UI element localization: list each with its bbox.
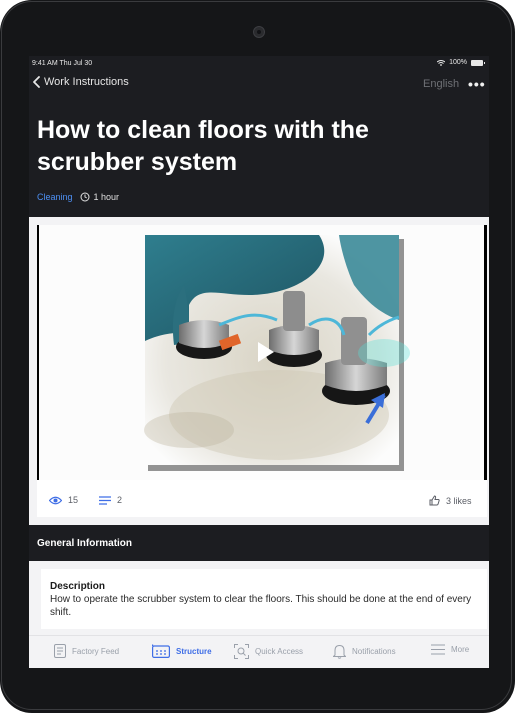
description-label: Description [50, 581, 106, 592]
tab-structure[interactable]: Structure [152, 644, 212, 658]
tab-label: Structure [176, 646, 212, 656]
tab-bar: Factory Feed Structure Quick Access Noti… [29, 635, 489, 668]
instruction-meta: Cleaning 1 hour [37, 192, 119, 202]
feed-icon [54, 644, 66, 658]
status-time: 9:41 AM Thu Jul 30 [32, 60, 93, 67]
video-stats: 15 2 3 likes [37, 480, 487, 517]
general-info-header: General Information [29, 525, 489, 561]
steps-stat: 2 [99, 495, 122, 505]
page-title: How to clean floors with the scrubber sy… [37, 116, 369, 176]
description-card: Description How to operate the scrubber … [41, 569, 487, 629]
front-camera [253, 26, 265, 38]
duration-label: 1 hour [93, 192, 120, 202]
content-area: 15 2 3 likes General Information Descrip… [29, 217, 489, 668]
tab-factory-feed[interactable]: Factory Feed [54, 644, 119, 658]
list-icon [99, 495, 111, 505]
tablet-device: 9:41 AM Thu Jul 30 100% Work Instruction… [0, 0, 515, 713]
likes-stat[interactable]: 3 likes [429, 495, 472, 506]
screen: 9:41 AM Thu Jul 30 100% Work Instruction… [29, 56, 489, 668]
status-right: 100% [437, 59, 485, 66]
bell-icon [333, 644, 346, 659]
duration: 1 hour [80, 192, 120, 202]
language-selector[interactable]: English [423, 78, 459, 90]
clock-icon [80, 192, 90, 202]
tab-notifications[interactable]: Notifications [333, 644, 396, 659]
chevron-left-icon [33, 76, 40, 88]
status-bar: 9:41 AM Thu Jul 30 100% [29, 56, 489, 72]
structure-icon [152, 644, 170, 658]
menu-icon [431, 644, 445, 655]
tab-label: Notifications [352, 647, 396, 656]
tab-label: Factory Feed [72, 646, 120, 656]
nav-bar: Work Instructions English ••• [29, 72, 489, 96]
category-tag[interactable]: Cleaning [37, 192, 73, 202]
steps-count: 2 [117, 495, 123, 505]
battery-percent: 100% [449, 59, 467, 66]
video-card: 15 2 3 likes [37, 225, 487, 517]
thumbs-up-icon [429, 495, 440, 506]
back-label: Work Instructions [44, 76, 129, 88]
tab-more[interactable]: More [431, 644, 469, 655]
tab-label: Quick Access [255, 647, 304, 656]
back-button[interactable]: Work Instructions [33, 76, 129, 88]
tab-quick-access[interactable]: Quick Access [234, 644, 303, 659]
play-icon[interactable] [256, 340, 276, 364]
wifi-icon [437, 59, 446, 66]
eye-icon [49, 496, 62, 504]
views-count: 15 [68, 495, 79, 505]
views-stat: 15 [49, 495, 78, 505]
likes-count: 3 likes [446, 495, 472, 506]
general-info-title: General Information [37, 538, 133, 549]
description-text: How to operate the scrubber system to cl… [50, 594, 472, 618]
battery-icon [471, 59, 485, 66]
video-player[interactable] [37, 225, 487, 480]
more-options-icon[interactable]: ••• [468, 76, 486, 92]
scan-icon [234, 644, 249, 659]
tab-label: More [451, 645, 470, 654]
